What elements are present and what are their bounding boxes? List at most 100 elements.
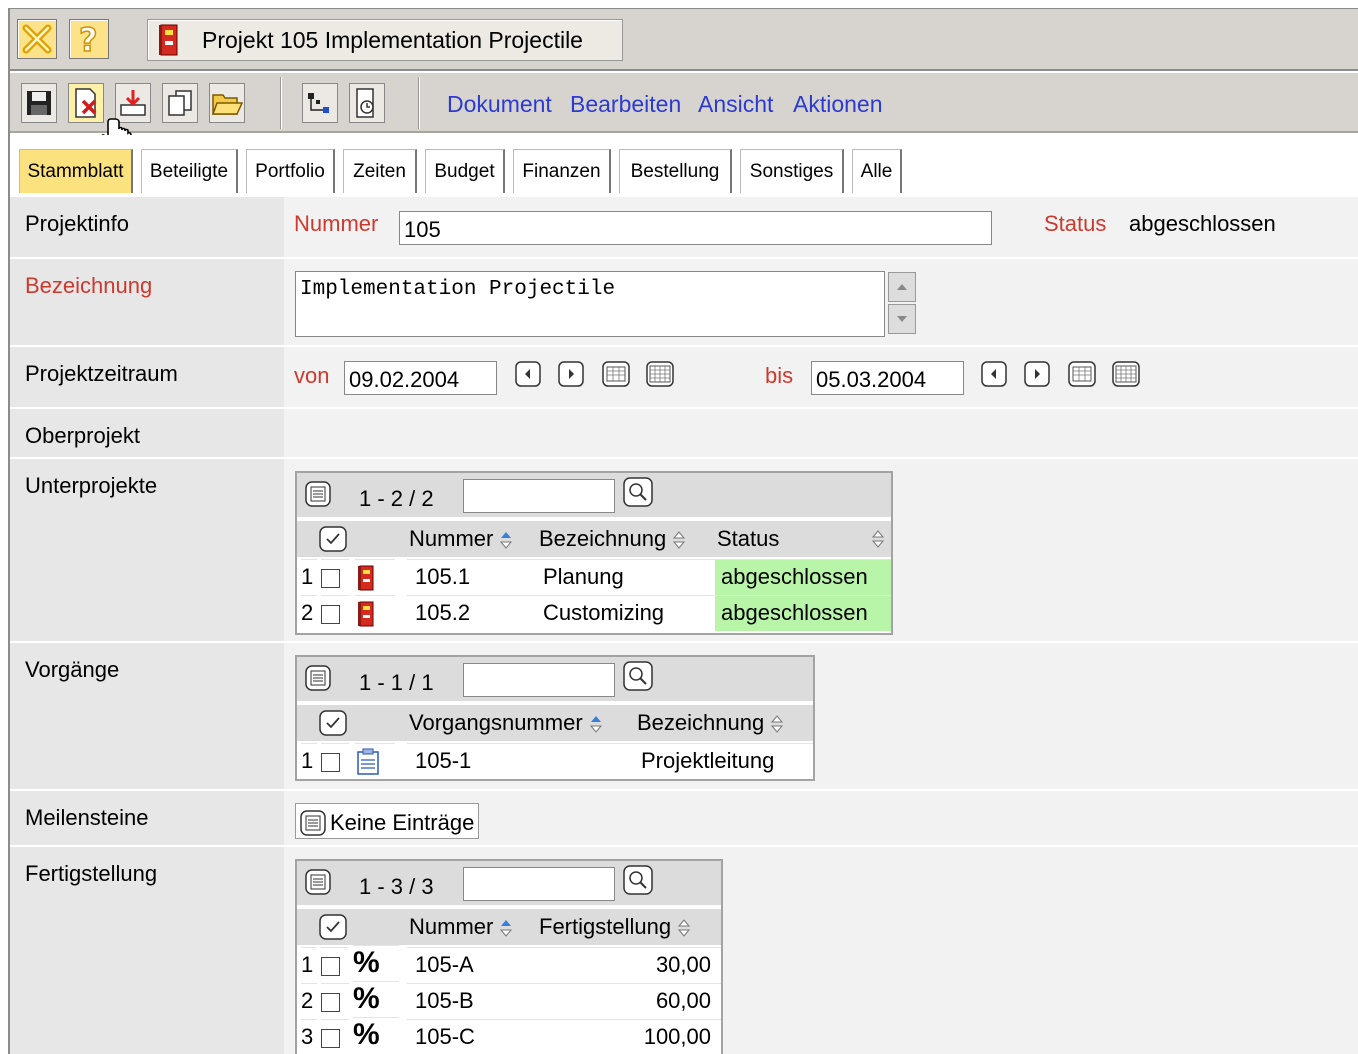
svg-text:?: ? — [79, 23, 98, 55]
bis-date-input[interactable] — [811, 361, 964, 395]
row-index: 2 — [301, 983, 317, 1019]
structure-button[interactable] — [302, 83, 338, 123]
sort-icon — [678, 919, 691, 937]
close-button[interactable] — [17, 19, 57, 59]
tab-sonstiges[interactable]: Sonstiges — [740, 149, 844, 193]
select-all-icon[interactable] — [319, 526, 347, 552]
tab-finanzen[interactable]: Finanzen — [513, 149, 611, 193]
column-header-fertigstellung[interactable]: Fertigstellung — [537, 909, 721, 945]
bezeichnung-textarea[interactable]: Implementation Projectile — [295, 271, 885, 337]
grid-search-input[interactable] — [463, 479, 615, 513]
menu-bearbeiten[interactable]: Bearbeiten — [570, 91, 681, 118]
tab-zeiten[interactable]: Zeiten — [343, 149, 417, 193]
grid-header: 1 - 3 / 3 — [297, 861, 721, 907]
grid-search-input[interactable] — [463, 867, 615, 901]
row-vorgaenge: Vorgänge 1 - 1 / 1 Vorgangsnummer Bezeic… — [10, 641, 1358, 789]
von-calendar-button[interactable] — [602, 359, 630, 389]
save-button[interactable] — [21, 83, 57, 123]
column-header-nummer[interactable]: Nummer — [407, 521, 537, 557]
menu-ansicht[interactable]: Ansicht — [698, 91, 773, 118]
column-header-bezeichnung[interactable]: Bezeichnung — [537, 521, 715, 557]
von-next-button[interactable] — [557, 359, 585, 389]
von-calendar-month-button[interactable] — [646, 359, 674, 389]
history-button[interactable] — [349, 83, 385, 123]
row-nummer[interactable]: 105.1 — [407, 559, 537, 595]
column-header-vorgangsnummer[interactable]: Vorgangsnummer — [407, 705, 635, 741]
tab-bar: Stammblatt Beteiligte Portfolio Zeiten B… — [10, 135, 1358, 195]
row-vorgangsnummer[interactable]: 105-1 — [407, 743, 635, 779]
row-nummer[interactable]: 105-C — [407, 1019, 537, 1054]
row-value-area: Keine Einträge — [284, 791, 1358, 845]
help-button[interactable]: ? — [69, 19, 109, 59]
list-menu-icon[interactable] — [305, 869, 331, 895]
calendar-grid-icon — [646, 361, 674, 387]
label-bis: bis — [765, 363, 794, 388]
select-all-icon[interactable] — [319, 914, 347, 940]
bis-calendar-month-button[interactable] — [1112, 359, 1140, 389]
row-value-area: 1 - 2 / 2 Nummer Bezeichnung Status 1 10… — [284, 459, 1358, 641]
arrow-down-icon — [897, 316, 907, 322]
tab-bestellung[interactable]: Bestellung — [619, 149, 732, 193]
row-checkbox[interactable] — [321, 947, 349, 983]
search-icon[interactable] — [623, 661, 653, 691]
hierarchy-icon — [308, 93, 329, 113]
meilensteine-empty-box[interactable]: Keine Einträge — [295, 803, 480, 839]
row-value-area: 1 - 3 / 3 Nummer Fertigstellung 1 % 105-… — [284, 847, 1358, 1054]
chevron-left-icon — [515, 361, 541, 387]
list-menu-icon[interactable] — [305, 665, 331, 691]
row-fertigstellung-wert: 30,00 — [537, 947, 721, 983]
grid-search-input[interactable] — [463, 663, 615, 697]
tab-alle[interactable]: Alle — [852, 149, 902, 193]
label-bezeichnung: Bezeichnung — [10, 259, 284, 345]
empty-text: Keine Einträge — [330, 810, 475, 835]
search-icon[interactable] — [623, 477, 653, 507]
row-checkbox[interactable] — [321, 983, 349, 1019]
window-title: Projekt 105 Implementation Projectile — [202, 26, 583, 53]
row-checkbox[interactable] — [321, 559, 349, 595]
label-oberprojekt: Oberprojekt — [10, 409, 284, 457]
select-all-icon[interactable] — [319, 710, 347, 736]
search-icon[interactable] — [623, 865, 653, 895]
open-button[interactable] — [209, 83, 245, 123]
column-label: Vorgangsnummer — [409, 710, 583, 735]
row-checkbox[interactable] — [321, 1019, 349, 1054]
bis-calendar-button[interactable] — [1068, 359, 1096, 389]
column-header-status[interactable]: Status — [715, 521, 891, 557]
chevron-left-icon — [981, 361, 1007, 387]
tab-budget[interactable]: Budget — [425, 149, 505, 193]
row-nummer[interactable]: 105-A — [407, 947, 537, 983]
column-label: Bezeichnung — [637, 710, 765, 735]
row-bezeichnung: Customizing — [537, 595, 715, 631]
row-unterprojekte: Unterprojekte 1 - 2 / 2 Nummer Bezeichnu… — [10, 457, 1358, 641]
copy-button[interactable] — [162, 83, 198, 123]
von-date-input[interactable] — [344, 361, 497, 395]
status-value: abgeschlossen — [1129, 211, 1276, 236]
menu-aktionen[interactable]: Aktionen — [793, 91, 883, 118]
percent-icon: % — [353, 981, 399, 1017]
tab-beteiligte[interactable]: Beteiligte — [141, 149, 238, 193]
discard-button[interactable] — [68, 83, 104, 123]
row-checkbox[interactable] — [321, 595, 349, 631]
tab-portfolio[interactable]: Portfolio — [246, 149, 335, 193]
bis-prev-button[interactable] — [980, 359, 1008, 389]
von-prev-button[interactable] — [514, 359, 542, 389]
sort-icon — [500, 920, 513, 937]
sort-icon — [673, 531, 686, 549]
scroll-down-button[interactable] — [888, 304, 916, 334]
help-icon: ? — [78, 23, 98, 55]
scroll-up-button[interactable] — [888, 272, 916, 302]
bis-next-button[interactable] — [1023, 359, 1051, 389]
column-header-nummer[interactable]: Nummer — [407, 909, 537, 945]
row-index: 1 — [301, 559, 317, 595]
column-header-select — [297, 521, 407, 557]
row-nummer[interactable]: 105-B — [407, 983, 537, 1019]
tab-stammblatt[interactable]: Stammblatt — [19, 149, 133, 193]
nummer-input[interactable] — [399, 211, 992, 245]
list-menu-icon — [300, 810, 326, 836]
vorgaenge-grid: 1 - 1 / 1 Vorgangsnummer Bezeichnung 1 1… — [295, 655, 815, 781]
list-menu-icon[interactable] — [305, 481, 331, 507]
row-nummer[interactable]: 105.2 — [407, 595, 537, 631]
row-checkbox[interactable] — [321, 743, 349, 779]
menu-dokument[interactable]: Dokument — [447, 91, 552, 118]
column-header-bezeichnung[interactable]: Bezeichnung — [635, 705, 813, 741]
